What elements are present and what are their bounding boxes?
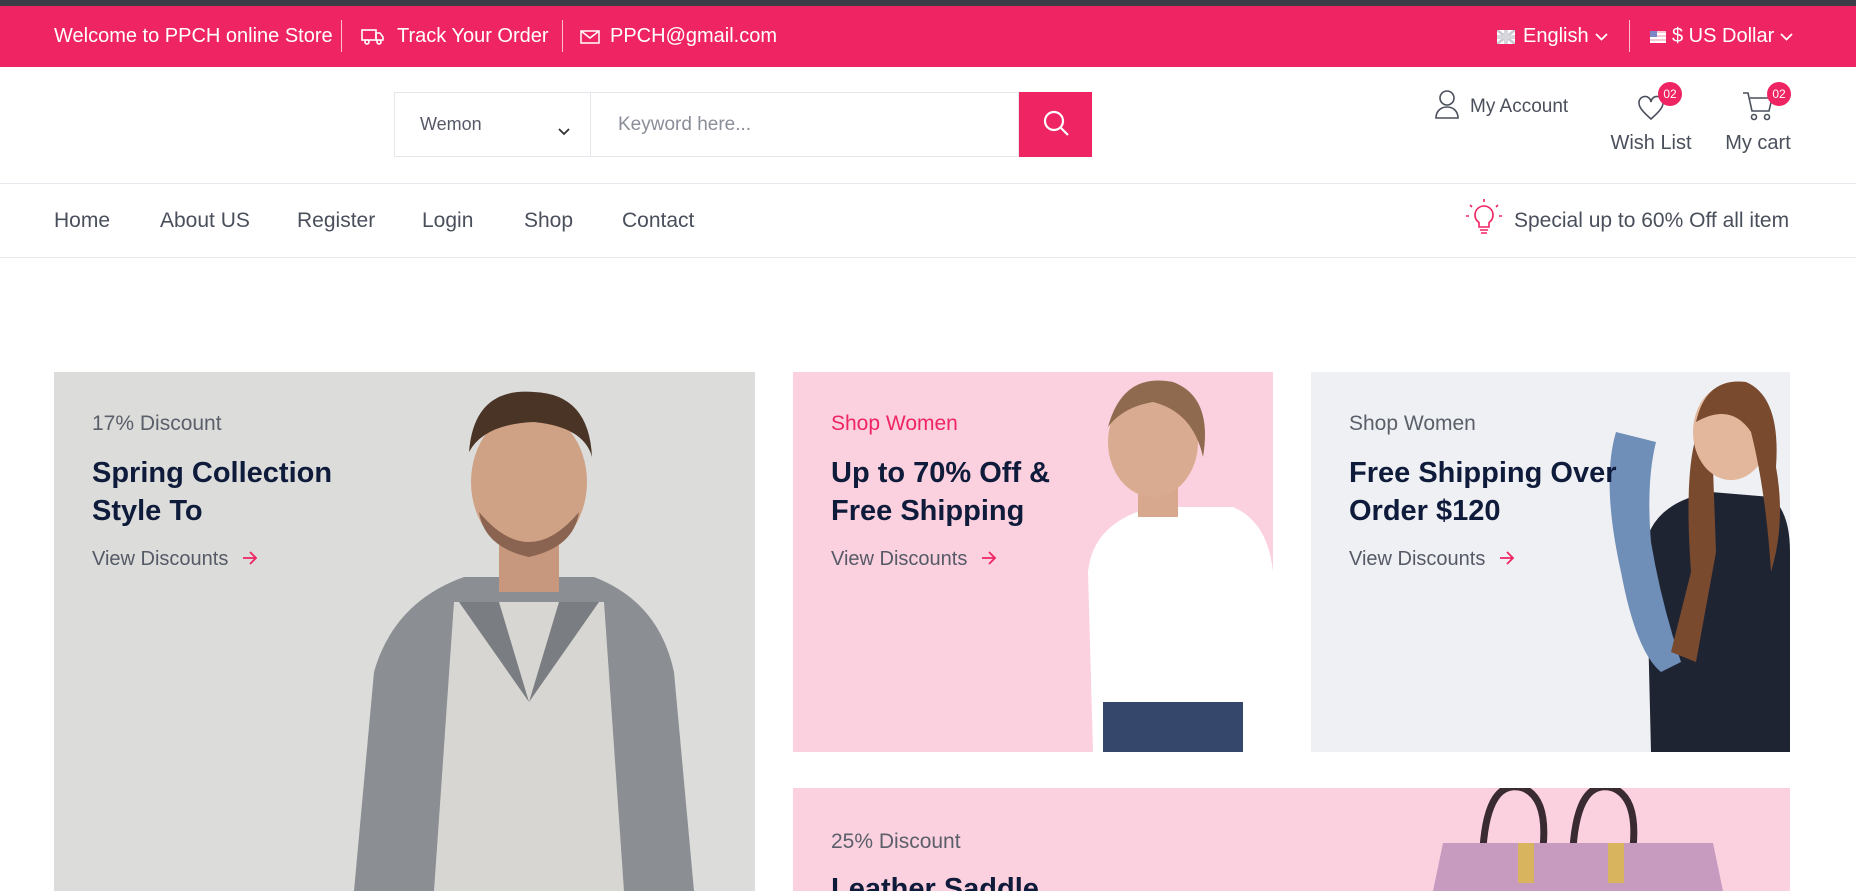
cart-label: My cart bbox=[1725, 132, 1791, 154]
nav-item-shop[interactable]: Shop bbox=[524, 184, 573, 258]
banner-title-line: Spring Collection bbox=[92, 457, 333, 489]
nav-item-contact[interactable]: Contact bbox=[622, 184, 694, 258]
view-discounts-label: View Discounts bbox=[831, 548, 968, 570]
banner-eyebrow: Shop Women bbox=[831, 412, 958, 435]
banner-title: Free Shipping Over Order $120 bbox=[1349, 454, 1617, 530]
banner-leather-saddle[interactable]: 25% Discount Leather Saddle bbox=[793, 788, 1790, 891]
chevron-down-icon bbox=[1780, 32, 1793, 41]
divider bbox=[341, 20, 342, 52]
search-button[interactable] bbox=[1019, 92, 1092, 157]
search-icon bbox=[1042, 109, 1070, 140]
arrow-right-icon bbox=[228, 548, 258, 571]
banner-eyebrow: 17% Discount bbox=[92, 412, 222, 435]
banner-title: Spring Collection Style To bbox=[92, 454, 332, 530]
lightbulb-icon bbox=[1464, 198, 1514, 244]
divider bbox=[562, 20, 563, 52]
banner-eyebrow: Shop Women bbox=[1349, 412, 1476, 435]
banner-title: Leather Saddle bbox=[831, 870, 1039, 891]
truck-icon bbox=[361, 28, 385, 46]
banner-title-line: Free Shipping Over bbox=[1349, 457, 1617, 489]
banner-title-line: Free Shipping bbox=[831, 495, 1025, 527]
banner-title-line: Up to 70% Off & bbox=[831, 457, 1051, 489]
arrow-right-icon bbox=[1485, 548, 1515, 571]
us-flag-icon bbox=[1650, 30, 1672, 43]
male-model-image bbox=[354, 391, 694, 891]
category-selected-value: Wemon bbox=[420, 114, 482, 134]
wishlist-count-badge: 02 bbox=[1658, 82, 1682, 106]
banner-title-line: Style To bbox=[92, 495, 203, 527]
language-label: English bbox=[1523, 25, 1589, 47]
banner-title: Up to 70% Off & Free Shipping bbox=[831, 454, 1050, 530]
chevron-down-icon bbox=[1594, 32, 1608, 41]
track-order-label: Track Your Order bbox=[397, 25, 549, 47]
banner-title-line: Order $120 bbox=[1349, 495, 1501, 527]
banner-eyebrow: 25% Discount bbox=[831, 830, 961, 853]
nav-item-login[interactable]: Login bbox=[422, 184, 473, 258]
uk-flag-icon bbox=[1497, 29, 1523, 44]
header: Wemon My Account 02 Wish List 02 bbox=[0, 67, 1856, 184]
arrow-right-icon bbox=[967, 548, 997, 571]
female-model-denim-jacket-image bbox=[1609, 381, 1790, 752]
promo-banner: Special up to 60% Off all item bbox=[1464, 199, 1790, 240]
female-model-white-shirt-image bbox=[1088, 380, 1273, 752]
handbag-image bbox=[1433, 788, 1723, 891]
banner-spring-collection[interactable]: 17% Discount Spring Collection Style To … bbox=[54, 372, 755, 891]
cart-link[interactable]: 02 My cart bbox=[1722, 82, 1794, 155]
view-discounts-link[interactable]: View Discounts bbox=[92, 548, 258, 571]
banner-title-line: Leather Saddle bbox=[831, 873, 1039, 891]
nav-item-register[interactable]: Register bbox=[297, 184, 375, 258]
main-nav: Home About US Register Login Shop Contac… bbox=[0, 184, 1856, 258]
mail-icon bbox=[580, 29, 600, 44]
nav-item-home[interactable]: Home bbox=[54, 184, 110, 258]
banner-free-shipping[interactable]: Shop Women Free Shipping Over Order $120… bbox=[1311, 372, 1790, 752]
category-select[interactable]: Wemon bbox=[394, 92, 590, 157]
currency-selector[interactable]: $ US Dollar bbox=[1650, 6, 1793, 67]
view-discounts-label: View Discounts bbox=[92, 548, 229, 570]
chevron-down-icon bbox=[558, 120, 570, 141]
cart-count-badge: 02 bbox=[1767, 82, 1791, 106]
divider bbox=[1629, 20, 1630, 52]
my-account-link[interactable]: My Account bbox=[1434, 89, 1569, 125]
nav-item-about[interactable]: About US bbox=[160, 184, 250, 258]
language-selector[interactable]: English bbox=[1497, 6, 1608, 67]
my-account-label: My Account bbox=[1470, 96, 1569, 117]
wishlist-label: Wish List bbox=[1610, 132, 1692, 154]
email-link[interactable]: PPCH@gmail.com bbox=[580, 6, 777, 67]
view-discounts-link[interactable]: View Discounts bbox=[1349, 548, 1515, 571]
view-discounts-label: View Discounts bbox=[1349, 548, 1486, 570]
welcome-text: Welcome to PPCH online Store bbox=[54, 25, 333, 47]
track-order-link[interactable]: Track Your Order bbox=[361, 6, 549, 67]
top-bar: Welcome to PPCH online Store Track Your … bbox=[0, 6, 1856, 67]
currency-label: $ US Dollar bbox=[1672, 25, 1775, 47]
user-icon bbox=[1434, 89, 1470, 125]
search-input[interactable] bbox=[590, 92, 1019, 157]
promo-text: Special up to 60% Off all item bbox=[1514, 209, 1790, 232]
view-discounts-link[interactable]: View Discounts bbox=[831, 548, 997, 571]
wishlist-link[interactable]: 02 Wish List bbox=[1610, 82, 1692, 155]
banner-shop-women-70[interactable]: Shop Women Up to 70% Off & Free Shipping… bbox=[793, 372, 1273, 752]
email-label: PPCH@gmail.com bbox=[610, 25, 778, 47]
